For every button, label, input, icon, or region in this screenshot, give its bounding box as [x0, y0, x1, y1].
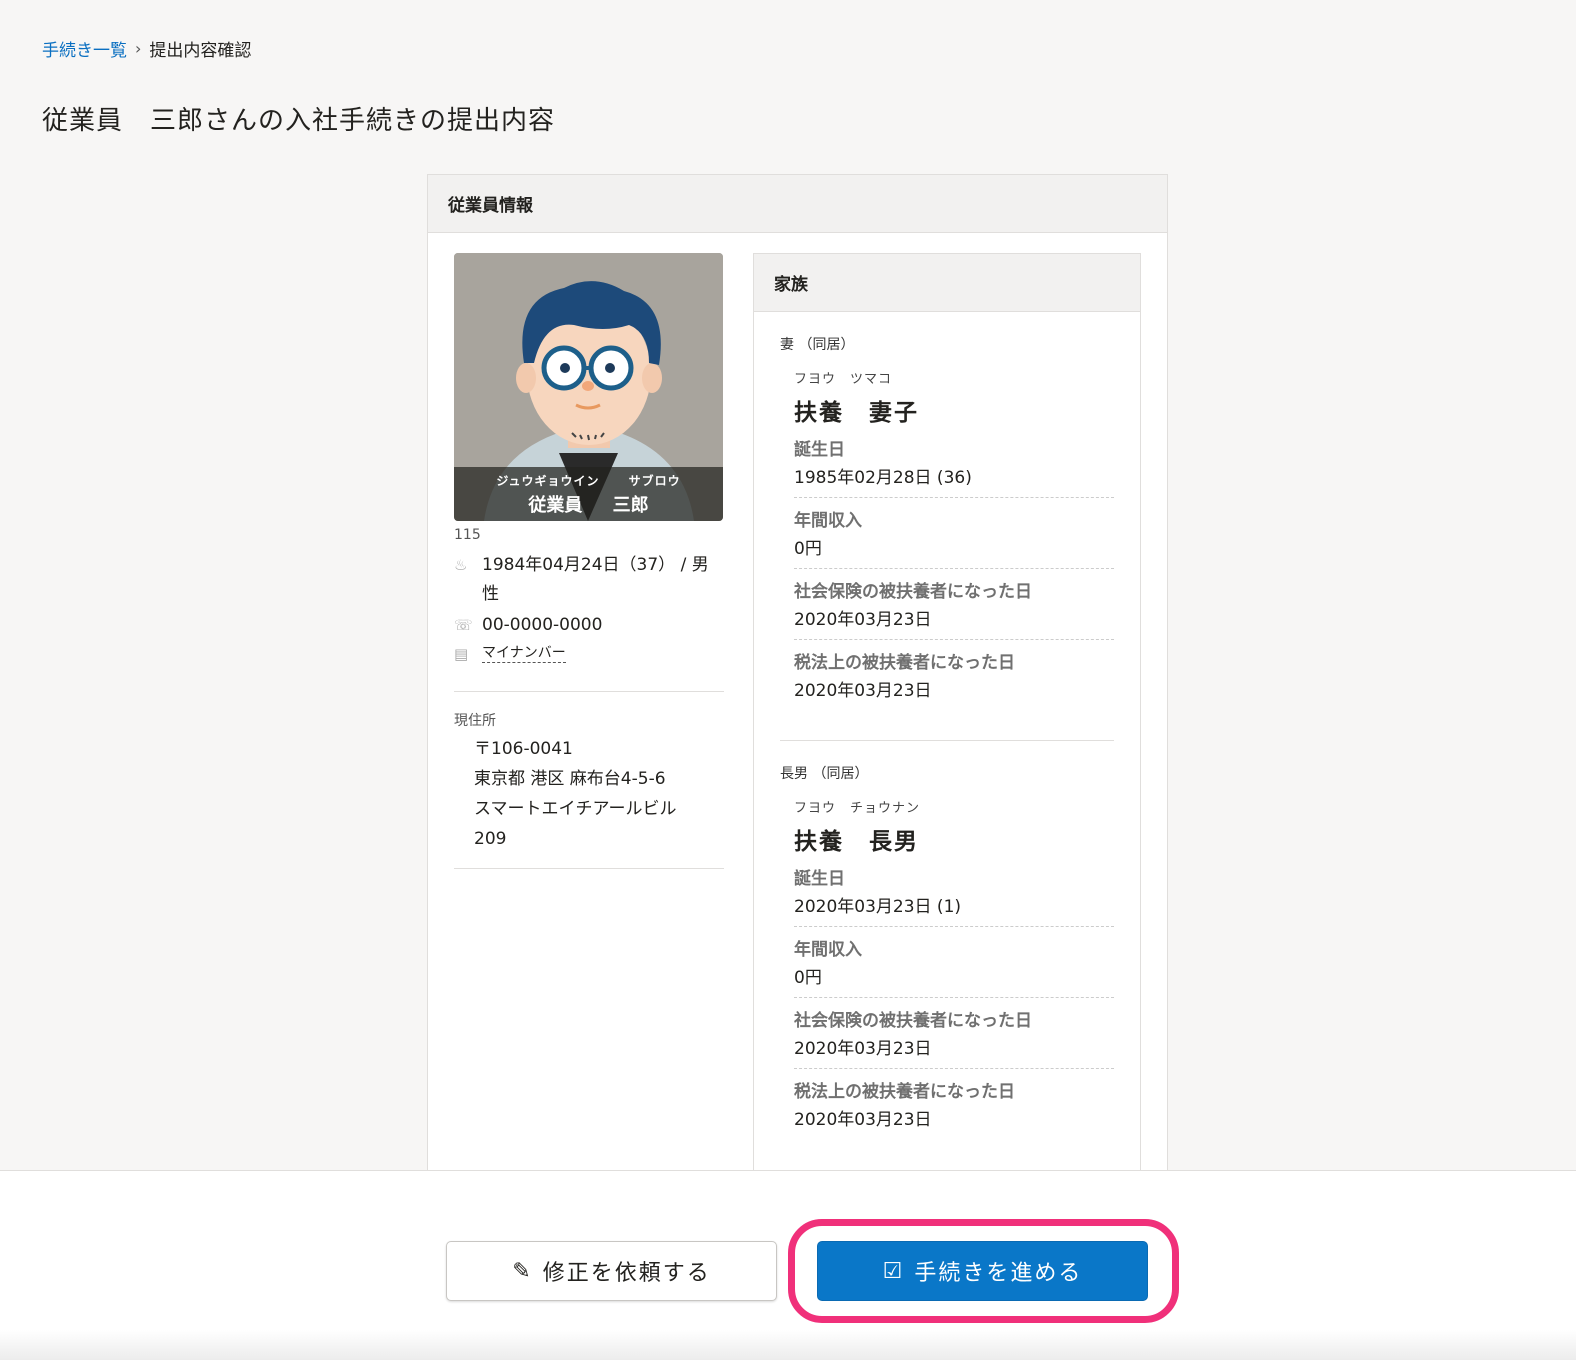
- edit-icon: ☑: [882, 1258, 905, 1284]
- employee-birth: 1984年04月24日（37） / 男性: [482, 555, 709, 604]
- breadcrumb-current: 提出内容確認: [149, 41, 252, 61]
- address-label: 現住所: [454, 713, 496, 729]
- cake-icon: ♨: [454, 556, 468, 574]
- field-label: 年間収入: [794, 940, 862, 960]
- family-panel: 家族 妻 （同居） フヨウ ツマコ 扶養 妻子 誕生日 1985年02月28日 …: [753, 253, 1141, 1173]
- field-value: 0円: [794, 968, 822, 988]
- address-postal: 〒106-0041: [474, 739, 573, 759]
- employee-kana-last: ジュウギョウイン: [496, 474, 600, 488]
- member-name: 扶養 妻子: [794, 400, 919, 426]
- address-line1: 東京都 港区 麻布台4-5-6: [474, 769, 666, 789]
- field-label: 誕生日: [794, 869, 845, 889]
- field-value: 2020年03月23日: [794, 1110, 932, 1130]
- field-label: 税法上の被扶養者になった日: [794, 653, 1015, 673]
- field-label: 社会保険の被扶養者になった日: [794, 1011, 1032, 1031]
- member-field: 誕生日 2020年03月23日 (1): [794, 856, 1114, 927]
- member-kana: フヨウ ツマコ: [794, 372, 893, 387]
- field-value: 2020年03月23日: [794, 681, 932, 701]
- member-field: 税法上の被扶養者になった日 2020年03月23日: [794, 1069, 1114, 1139]
- employee-profile: ジュウギョウイン サブロウ 従業員 三郎 115 ♨ 1984年04月24日（3…: [454, 253, 724, 869]
- employee-kana-first: サブロウ: [628, 474, 681, 488]
- divider: [454, 691, 724, 692]
- family-header: 家族: [754, 254, 1140, 312]
- proceed-label: 手続きを進める: [914, 1261, 1083, 1286]
- request-fix-label: 修正を依頼する: [542, 1261, 711, 1286]
- employee-name-band: ジュウギョウイン サブロウ 従業員 三郎: [454, 467, 723, 521]
- member-relation: 妻 （同居）: [780, 337, 855, 353]
- member-kana: フヨウ チョウナン: [794, 801, 921, 816]
- employee-info-header: 従業員情報: [428, 175, 1167, 233]
- family-member: 妻 （同居） フヨウ ツマコ 扶養 妻子 誕生日 1985年02月28日 (36…: [754, 312, 1140, 710]
- field-label: 誕生日: [794, 440, 845, 460]
- divider: [454, 868, 724, 869]
- member-field: 誕生日 1985年02月28日 (36): [794, 427, 1114, 498]
- breadcrumb-link-procedures[interactable]: 手続き一覧: [42, 36, 127, 61]
- employee-birth-row: ♨ 1984年04月24日（37） / 男性: [454, 551, 724, 609]
- phone-icon: ☏: [454, 616, 473, 634]
- breadcrumb: 手続き一覧 › 提出内容確認: [42, 36, 251, 61]
- employee-phone-row: ☏ 00-0000-0000: [454, 611, 724, 640]
- employee-info-panel: 従業員情報 ジュウギョウイン サブロウ 従業員 三郎 115 ♨ 1984年04…: [427, 174, 1168, 1174]
- field-label: 年間収入: [794, 511, 862, 531]
- action-footer: ✎ 修正を依頼する ☑ 手続きを進める: [0, 1170, 1576, 1360]
- employee-name-first: 三郎: [612, 495, 649, 516]
- page-title: 従業員 三郎さんの入社手続きの提出内容: [42, 106, 556, 136]
- member-field: 社会保険の被扶養者になった日 2020年03月23日: [794, 998, 1114, 1069]
- mynumber-link[interactable]: マイナンバー: [482, 644, 566, 663]
- member-field: 年間収入 0円: [794, 927, 1114, 998]
- member-field: 年間収入 0円: [794, 498, 1114, 569]
- field-value: 1985年02月28日 (36): [794, 468, 972, 488]
- member-field: 税法上の被扶養者になった日 2020年03月23日: [794, 640, 1114, 710]
- employee-name-last: 従業員: [528, 495, 583, 516]
- request-fix-button[interactable]: ✎ 修正を依頼する: [446, 1241, 777, 1301]
- member-relation: 長男 （同居）: [780, 766, 869, 782]
- proceed-button[interactable]: ☑ 手続きを進める: [817, 1241, 1148, 1301]
- footer-shade: [0, 1330, 1576, 1360]
- chevron-right-icon: ›: [135, 39, 142, 58]
- member-name: 扶養 長男: [794, 829, 919, 855]
- employee-number: 115: [454, 527, 481, 543]
- employee-phone: 00-0000-0000: [482, 615, 603, 635]
- address-line3: 209: [474, 829, 507, 849]
- address-line2: スマートエイチアールビル: [474, 799, 677, 819]
- pencil-icon: ✎: [512, 1258, 533, 1284]
- field-value: 0円: [794, 539, 822, 559]
- field-value: 2020年03月23日: [794, 610, 932, 630]
- family-member: 長男 （同居） フヨウ チョウナン 扶養 長男 誕生日 2020年03月23日 …: [780, 740, 1114, 1139]
- field-value: 2020年03月23日 (1): [794, 897, 962, 917]
- id-card-icon: ▤: [454, 645, 469, 663]
- address-block: 〒106-0041 東京都 港区 麻布台4-5-6 スマートエイチアールビル 2…: [454, 734, 724, 854]
- employee-avatar: ジュウギョウイン サブロウ 従業員 三郎: [454, 253, 723, 521]
- field-label: 社会保険の被扶養者になった日: [794, 582, 1032, 602]
- employee-mynumber-row: ▤ マイナンバー: [454, 640, 724, 669]
- member-field: 社会保険の被扶養者になった日 2020年03月23日: [794, 569, 1114, 640]
- field-value: 2020年03月23日: [794, 1039, 932, 1059]
- field-label: 税法上の被扶養者になった日: [794, 1082, 1015, 1102]
